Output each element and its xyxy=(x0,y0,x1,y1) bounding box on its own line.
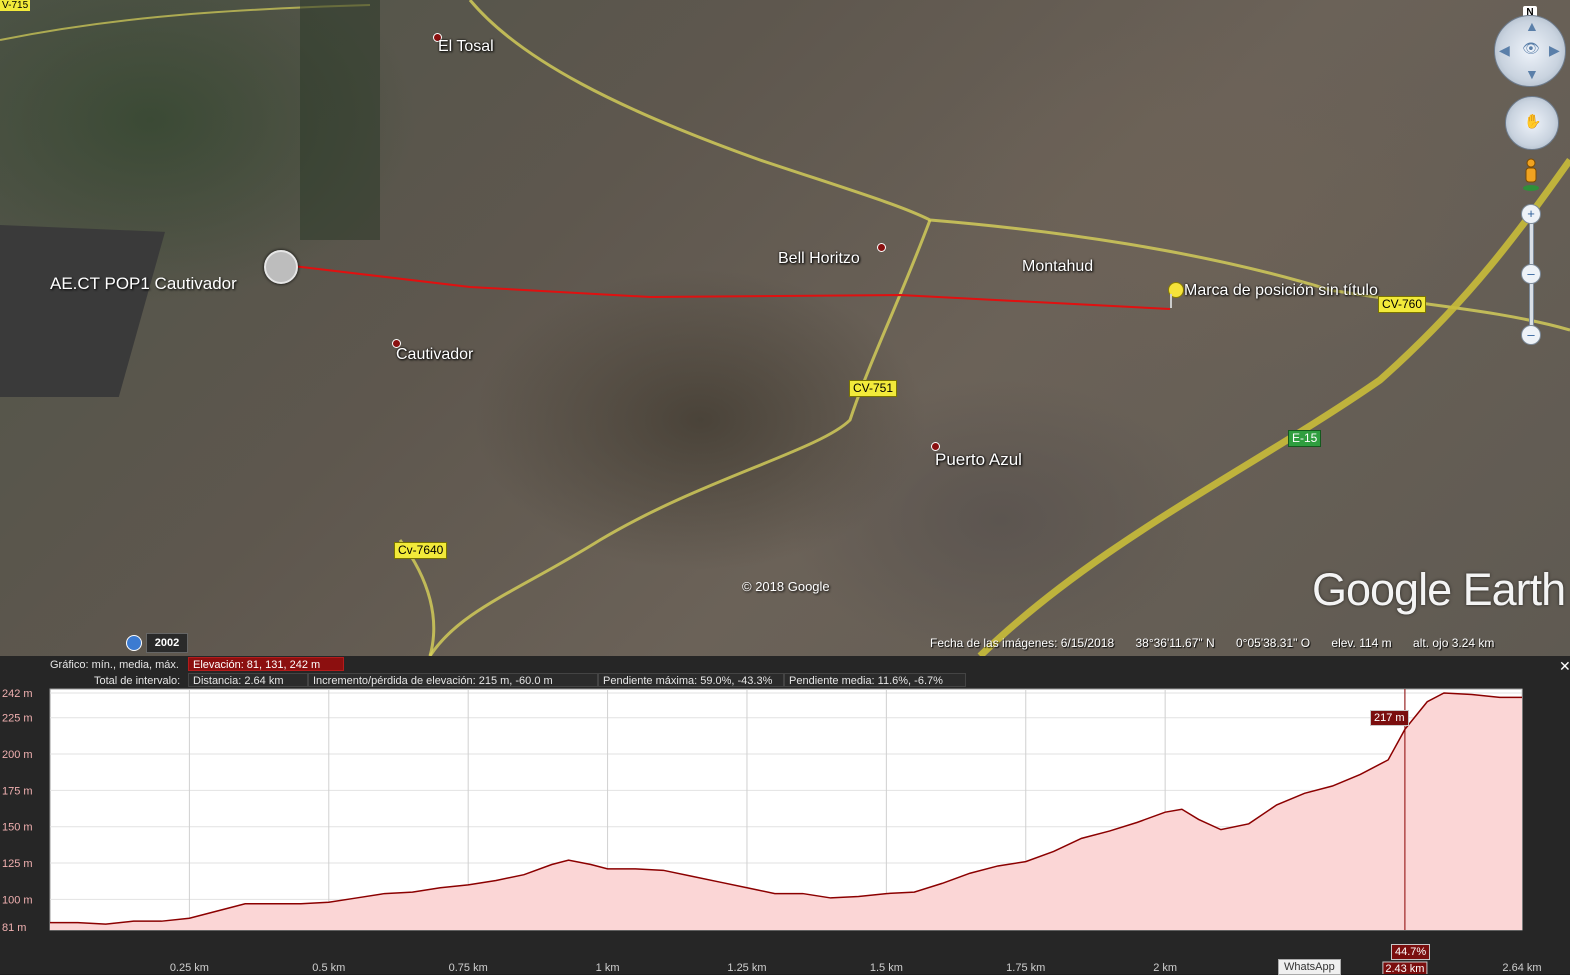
elevation-profile-panel[interactable]: Gráfico: mín., media, máx. Elevación: 81… xyxy=(0,656,1570,975)
y-tick-label: 100 m xyxy=(2,894,33,906)
arrow-up-icon[interactable]: ▲ xyxy=(1525,18,1539,34)
arrow-left-icon[interactable]: ◀ xyxy=(1499,42,1510,59)
zoom-in-button[interactable]: + xyxy=(1521,204,1541,224)
zoom-out-button[interactable]: – xyxy=(1521,325,1541,345)
imagery-date: Fecha de las imágenes: 6/15/2018 xyxy=(930,636,1115,650)
x-tick-label: 0.25 km xyxy=(170,962,209,974)
status-bar: Fecha de las imágenes: 6/15/2018 38°36'1… xyxy=(930,636,1512,650)
road-label-v715: V-715 xyxy=(0,0,31,11)
elevation-chart[interactable]: 242 m 225 m 200 m 175 m 150 m 125 m 100 m 81 m 0… xyxy=(0,686,1570,974)
elevation-stats[interactable]: Elevación: 81, 131, 242 m xyxy=(188,657,344,671)
zoom-slider-thumb[interactable]: – xyxy=(1521,264,1541,284)
latitude: 38°36'11.67" N xyxy=(1135,636,1215,650)
x-tick-label: 1.5 km xyxy=(870,962,903,974)
eye-altitude: alt. ojo 3.24 km xyxy=(1413,636,1495,650)
distance-stat: Distancia: 2.64 km xyxy=(188,673,308,687)
cursor-slope-tooltip: 44.7% xyxy=(1391,944,1431,960)
elevation-gain-stat: Incremento/pérdida de elevación: 215 m, … xyxy=(308,673,598,687)
x-tick-label: 1.75 km xyxy=(1006,962,1045,974)
x-tick-label: 0.5 km xyxy=(312,962,345,974)
copyright-text: © 2018 Google xyxy=(742,579,830,594)
graph-stats-label: Gráfico: mín., media, máx. xyxy=(50,659,179,671)
place-el-tosal[interactable]: El Tosal xyxy=(438,38,494,56)
place-dot-bell-horitzo xyxy=(877,243,886,252)
y-tick-label: 242 m xyxy=(2,688,33,700)
road-label-cv760: CV-760 xyxy=(1378,296,1427,313)
map-roads-overlay xyxy=(0,0,1570,656)
move-joystick[interactable]: ✋ xyxy=(1505,96,1559,150)
place-bell-horitzo[interactable]: Bell Horitzo xyxy=(778,250,860,268)
google-earth-logo: Google Earth xyxy=(1312,564,1566,615)
y-tick-label: 150 m xyxy=(2,822,33,834)
road-label-cv751: CV-751 xyxy=(849,380,898,397)
look-joystick[interactable]: 👁 ▲ ▼ ◀ ▶ xyxy=(1494,15,1566,87)
cursor-elevation-tooltip: 217 m xyxy=(1370,710,1409,726)
cursor-distance-label: 2.43 km xyxy=(1385,963,1424,974)
x-tick-label: 2.64 km xyxy=(1502,962,1541,974)
imagery-year[interactable]: 2002 xyxy=(146,633,188,653)
hand-icon: ✋ xyxy=(1524,113,1542,129)
whatsapp-taskbar-tooltip[interactable]: WhatsApp xyxy=(1278,959,1341,975)
place-puerto-azul[interactable]: Puerto Azul xyxy=(935,450,1022,470)
pushpin-stem xyxy=(1170,294,1172,308)
place-cautivador[interactable]: Cautivador xyxy=(396,346,473,364)
road-label-cv7640: Cv-7640 xyxy=(394,542,448,559)
longitude: 0°05'38.31" O xyxy=(1236,636,1311,650)
y-tick-label: 125 m xyxy=(2,858,33,870)
street-view-pegman-icon[interactable] xyxy=(1522,158,1540,192)
satellite-map-view[interactable]: V-715 AE.CT POP1 Cautivador El Tosal Bel… xyxy=(0,0,1570,656)
x-tick-label: 2 km xyxy=(1153,962,1177,974)
y-tick-label: 200 m xyxy=(2,749,33,761)
road-label-e15: E-15 xyxy=(1288,430,1322,447)
elevation-readout: elev. 114 m xyxy=(1331,636,1392,650)
y-tick-label: 225 m xyxy=(2,713,33,725)
path-start-marker[interactable] xyxy=(264,250,298,284)
arrow-right-icon[interactable]: ▶ xyxy=(1549,42,1560,59)
max-slope-stat: Pendiente máxima: 59.0%, -43.3% xyxy=(598,673,784,687)
ae-ct-label[interactable]: AE.CT POP1 Cautivador xyxy=(50,274,237,294)
avg-slope-stat: Pendiente media: 11.6%, -6.7% xyxy=(784,673,966,687)
x-tick-label: 0.75 km xyxy=(449,962,488,974)
place-montahud[interactable]: Montahud xyxy=(1022,258,1093,276)
x-tick-label: 1.25 km xyxy=(727,962,766,974)
historical-imagery-icon[interactable] xyxy=(126,635,142,651)
y-tick-label: 175 m xyxy=(2,785,33,797)
arrow-down-icon[interactable]: ▼ xyxy=(1525,66,1539,82)
placemark-label[interactable]: Marca de posición sin título xyxy=(1184,282,1378,300)
y-tick-label: 81 m xyxy=(2,922,26,934)
close-panel-icon[interactable]: ✕ xyxy=(1559,658,1570,675)
eye-icon: 👁 xyxy=(1522,40,1540,56)
x-tick-label: 1 km xyxy=(596,962,620,974)
